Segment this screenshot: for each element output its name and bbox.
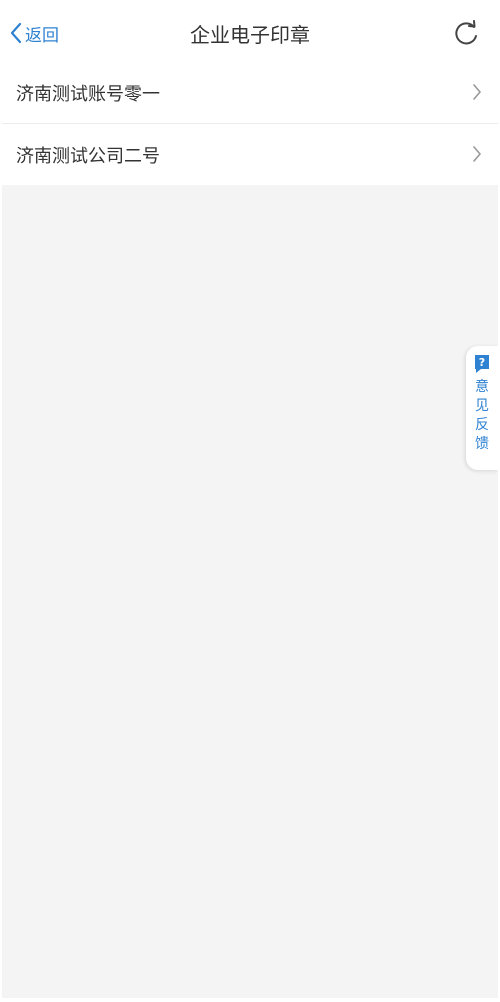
feedback-button[interactable]: ? 意见反馈 [466, 346, 498, 470]
list-item[interactable]: 济南测试账号零一 [2, 62, 498, 123]
list-item[interactable]: 济南测试公司二号 [2, 123, 498, 185]
chevron-right-icon [473, 146, 481, 162]
company-list: 济南测试账号零一 济南测试公司二号 [2, 62, 498, 185]
company-name: 济南测试账号零一 [16, 83, 160, 105]
question-icon: ? [475, 355, 489, 373]
chevron-right-icon [473, 84, 481, 100]
feedback-label: 意见反馈 [475, 379, 489, 452]
page-title: 企业电子印章 [190, 23, 310, 47]
navigation-bar: 返回 企业电子印章 [2, 2, 498, 62]
screen: 返回 企业电子印章 济南测试账号零一 济南测试公司二号 ? 意见反馈 [2, 2, 498, 998]
company-name: 济南测试公司二号 [16, 145, 160, 167]
svg-text:?: ? [479, 356, 485, 369]
refresh-icon[interactable] [452, 20, 480, 48]
